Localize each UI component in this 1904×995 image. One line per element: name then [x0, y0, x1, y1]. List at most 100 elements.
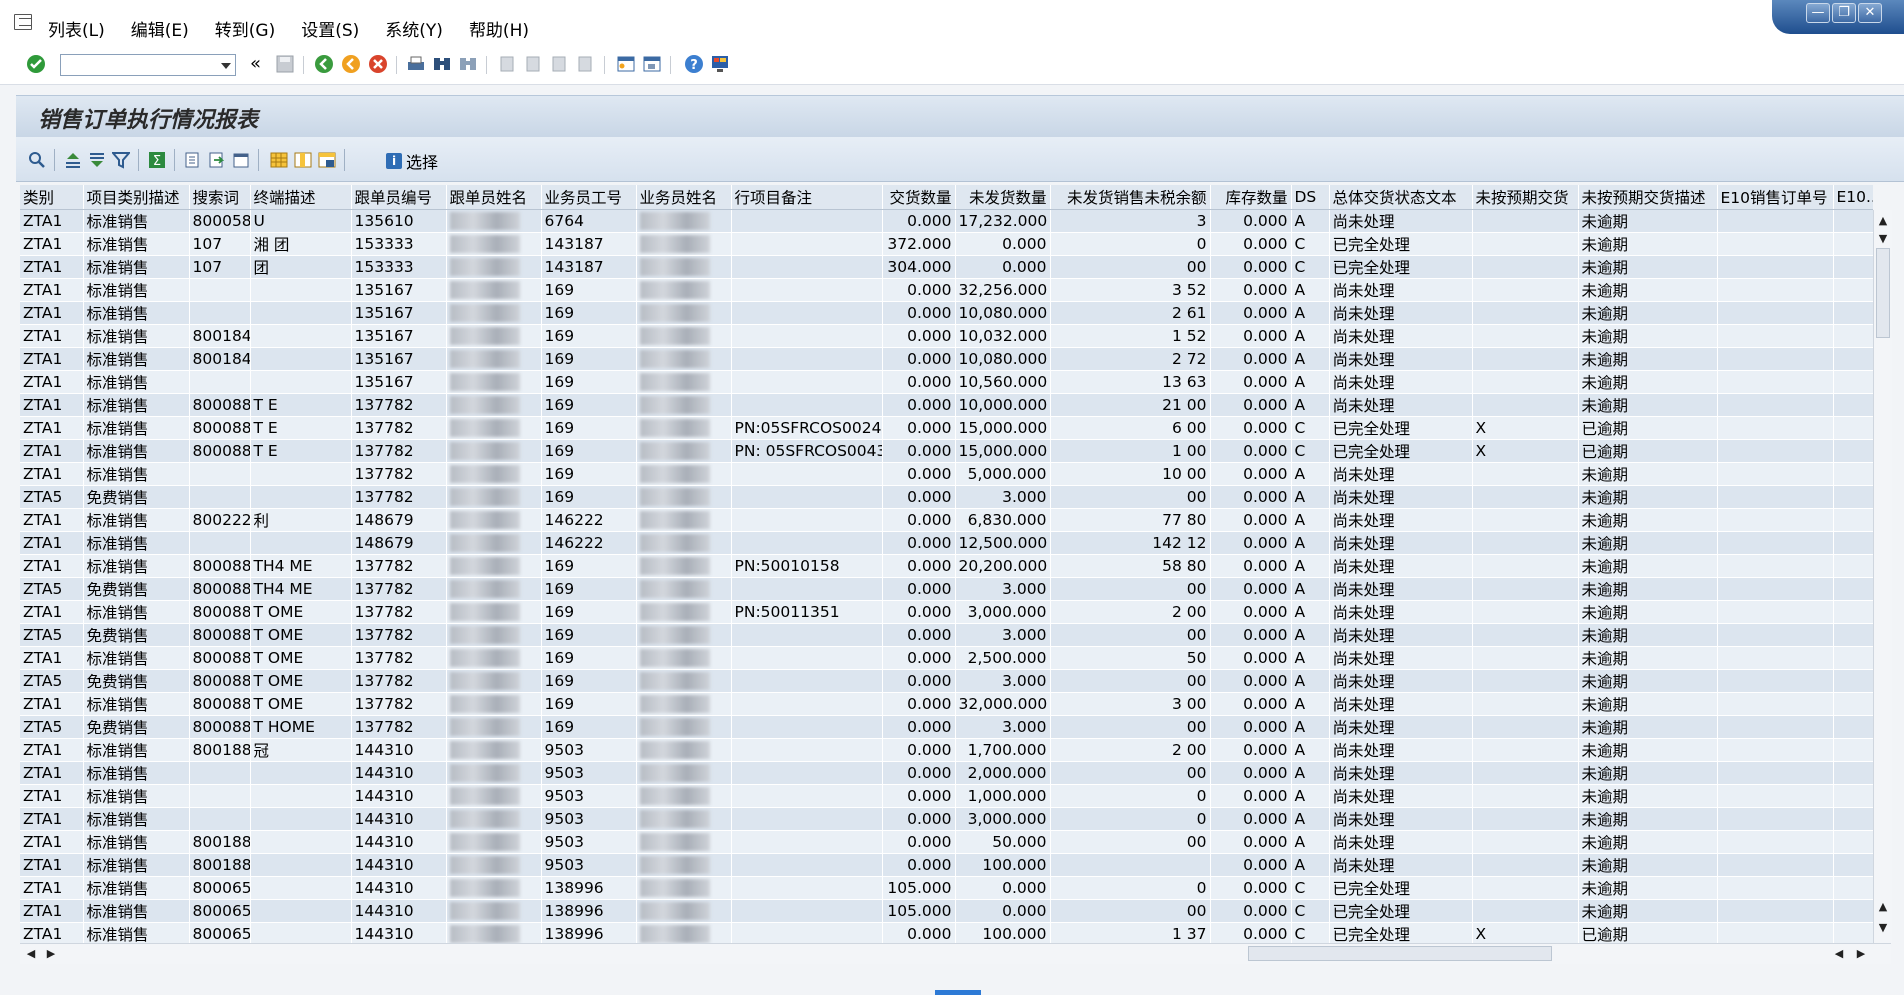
table-row[interactable]: ZTA5 免费销售 800088 T HOME 137782 169 0.000 3.000 0… [20, 715, 1873, 739]
table-cell[interactable] [731, 715, 883, 739]
table-cell[interactable]: 0.000 [882, 462, 956, 486]
table-cell[interactable]: ZTA1 [20, 531, 84, 555]
table-cell[interactable]: 未逾期 [1578, 347, 1718, 371]
table-cell[interactable]: 未逾期 [1578, 623, 1718, 647]
scroll-down-icon[interactable]: ▼ [1874, 230, 1892, 248]
table-cell[interactable]: 0.000 [1210, 462, 1292, 486]
table-cell[interactable] [1833, 646, 1873, 670]
table-cell[interactable] [636, 922, 732, 943]
table-cell[interactable]: PN:50011351 [731, 600, 883, 624]
table-cell[interactable]: 3.000 [955, 485, 1051, 509]
table-cell[interactable]: 00 [1050, 669, 1211, 693]
table-cell[interactable] [1472, 485, 1579, 509]
table-cell[interactable]: T OME [250, 646, 352, 670]
table-cell[interactable]: 尚未处理 [1329, 278, 1473, 302]
table-cell[interactable] [636, 531, 732, 555]
table-cell[interactable] [189, 485, 251, 509]
table-cell[interactable] [1833, 416, 1873, 440]
table-cell[interactable] [636, 646, 732, 670]
exit-icon[interactable] [341, 54, 361, 74]
table-cell[interactable]: A [1291, 692, 1330, 716]
table-cell[interactable]: 169 [541, 646, 637, 670]
table-cell[interactable] [446, 761, 542, 785]
table-cell[interactable] [446, 738, 542, 762]
table-cell[interactable] [636, 669, 732, 693]
table-cell[interactable]: 137782 [351, 462, 447, 486]
table-cell[interactable]: PN: 05SFRCOS0043 [731, 439, 883, 463]
table-cell[interactable]: A [1291, 554, 1330, 578]
table-cell[interactable]: 0.000 [882, 209, 956, 233]
table-cell[interactable]: 372.000 [882, 232, 956, 256]
table-cell[interactable] [446, 370, 542, 394]
table-cell[interactable] [1717, 600, 1834, 624]
table-cell[interactable] [250, 853, 352, 877]
table-cell[interactable] [250, 485, 352, 509]
table-cell[interactable]: 标准销售 [83, 554, 190, 578]
table-cell[interactable]: 12,500.000 [955, 531, 1051, 555]
table-cell[interactable]: A [1291, 301, 1330, 325]
table-cell[interactable]: A [1291, 370, 1330, 394]
table-cell[interactable]: 标准销售 [83, 393, 190, 417]
table-cell[interactable]: ZTA1 [20, 899, 84, 923]
table-cell[interactable] [1833, 393, 1873, 417]
table-row[interactable]: ZTA1 标准销售 107 团 153333 143187 304.000 0.000 00 0.… [20, 255, 1873, 279]
table-cell[interactable] [446, 807, 542, 831]
table-cell[interactable] [1833, 807, 1873, 831]
table-cell[interactable]: 9503 [541, 738, 637, 762]
table-cell[interactable]: 2 00 [1050, 738, 1211, 762]
table-cell[interactable]: 未逾期 [1578, 485, 1718, 509]
table-cell[interactable]: 9503 [541, 830, 637, 854]
table-row[interactable]: ZTA1 标准销售 800088 T OME 137782 169 PN:50011351 0… [20, 600, 1873, 624]
table-cell[interactable]: 00 [1050, 577, 1211, 601]
table-cell[interactable] [250, 301, 352, 325]
choose-layout-icon[interactable] [318, 151, 336, 169]
table-cell[interactable]: 0.000 [1210, 738, 1292, 762]
table-cell[interactable] [636, 899, 732, 923]
table-cell[interactable] [1833, 462, 1873, 486]
table-cell[interactable] [636, 738, 732, 762]
table-cell[interactable]: 00 [1050, 623, 1211, 647]
menu-settings[interactable]: 设置(S) [301, 16, 359, 41]
table-cell[interactable]: 0.000 [1210, 485, 1292, 509]
column-header[interactable]: 未按预期交货 [1472, 185, 1579, 210]
table-cell[interactable]: 标准销售 [83, 347, 190, 371]
table-cell[interactable]: 已完全处理 [1329, 899, 1473, 923]
table-cell[interactable] [446, 485, 542, 509]
table-cell[interactable]: 00 [1050, 485, 1211, 509]
table-cell[interactable] [1472, 692, 1579, 716]
table-cell[interactable] [446, 209, 542, 233]
table-cell[interactable] [1717, 439, 1834, 463]
table-cell[interactable] [731, 738, 883, 762]
table-cell[interactable] [1833, 508, 1873, 532]
table-cell[interactable]: A [1291, 393, 1330, 417]
table-cell[interactable]: ZTA5 [20, 485, 84, 509]
table-cell[interactable]: 免费销售 [83, 669, 190, 693]
table-cell[interactable] [446, 646, 542, 670]
table-cell[interactable]: C [1291, 922, 1330, 943]
table-cell[interactable]: A [1291, 784, 1330, 808]
table-cell[interactable] [446, 715, 542, 739]
table-cell[interactable]: 143187 [541, 255, 637, 279]
table-cell[interactable]: 已完全处理 [1329, 416, 1473, 440]
table-row[interactable]: ZTA1 标准销售 148679 146222 0.000 12,500.000 142 1… [20, 531, 1873, 555]
table-cell[interactable]: 标准销售 [83, 922, 190, 943]
table-cell[interactable]: 0.000 [1210, 439, 1292, 463]
table-cell[interactable]: 尚未处理 [1329, 393, 1473, 417]
table-cell[interactable]: PN:50010158 [731, 554, 883, 578]
table-cell[interactable] [446, 508, 542, 532]
table-cell[interactable]: 15,000.000 [955, 416, 1051, 440]
table-cell[interactable] [1472, 876, 1579, 900]
table-cell[interactable]: 0.000 [1210, 416, 1292, 440]
table-cell[interactable]: 144310 [351, 853, 447, 877]
table-cell[interactable]: 0.000 [882, 324, 956, 348]
table-cell[interactable]: X [1472, 416, 1579, 440]
table-cell[interactable] [1833, 830, 1873, 854]
table-cell[interactable]: 0.000 [1210, 232, 1292, 256]
table-cell[interactable]: 169 [541, 715, 637, 739]
column-header[interactable]: 跟单员编号 [351, 185, 447, 210]
table-cell[interactable] [1717, 462, 1834, 486]
table-cell[interactable] [250, 278, 352, 302]
table-cell[interactable] [1472, 853, 1579, 877]
table-row[interactable]: ZTA1 标准销售 800188 冠 144310 9503 0.000 1,700.000 2… [20, 738, 1873, 762]
table-cell[interactable]: 未逾期 [1578, 278, 1718, 302]
